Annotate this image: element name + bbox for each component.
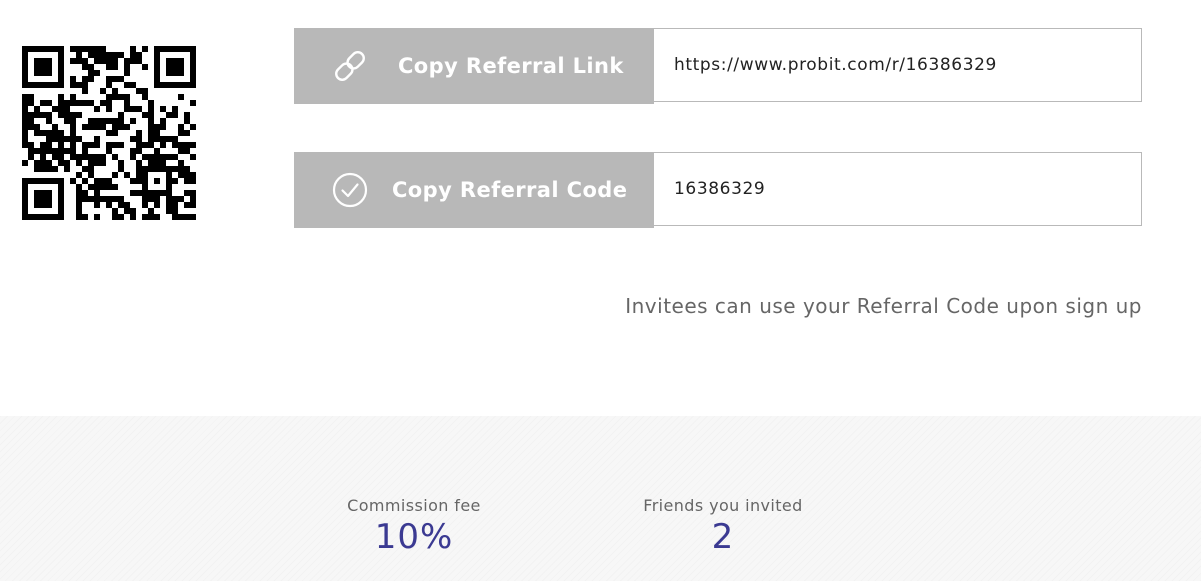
referral-page: Copy Referral Link https://www.probit.co…: [0, 0, 1201, 581]
referral-link-value[interactable]: https://www.probit.com/r/16386329: [654, 29, 1141, 101]
friends-invited-stat: Friends you invited 2: [638, 496, 808, 557]
referral-code-row: Copy Referral Code 16386329: [294, 152, 1142, 228]
copy-referral-code-button[interactable]: Copy Referral Code: [294, 152, 654, 228]
referral-code-value[interactable]: 16386329: [654, 153, 1141, 225]
copy-referral-code-label: Copy Referral Code: [392, 178, 628, 202]
commission-fee-label: Commission fee: [347, 496, 481, 515]
check-circle-icon: [328, 168, 372, 212]
copy-referral-link-label: Copy Referral Link: [398, 54, 624, 78]
link-icon: [328, 44, 372, 88]
friends-invited-value: 2: [711, 517, 735, 557]
referral-stats-section: Commission fee 10% Friends you invited 2: [0, 416, 1201, 581]
friends-invited-label: Friends you invited: [643, 496, 803, 515]
referral-qr-code: [22, 46, 196, 220]
commission-fee-value: 10%: [374, 517, 454, 557]
commission-fee-stat: Commission fee 10%: [344, 496, 484, 557]
referral-code-hint: Invitees can use your Referral Code upon…: [625, 294, 1142, 318]
referral-link-row: Copy Referral Link https://www.probit.co…: [294, 28, 1142, 104]
copy-referral-link-button[interactable]: Copy Referral Link: [294, 28, 654, 104]
